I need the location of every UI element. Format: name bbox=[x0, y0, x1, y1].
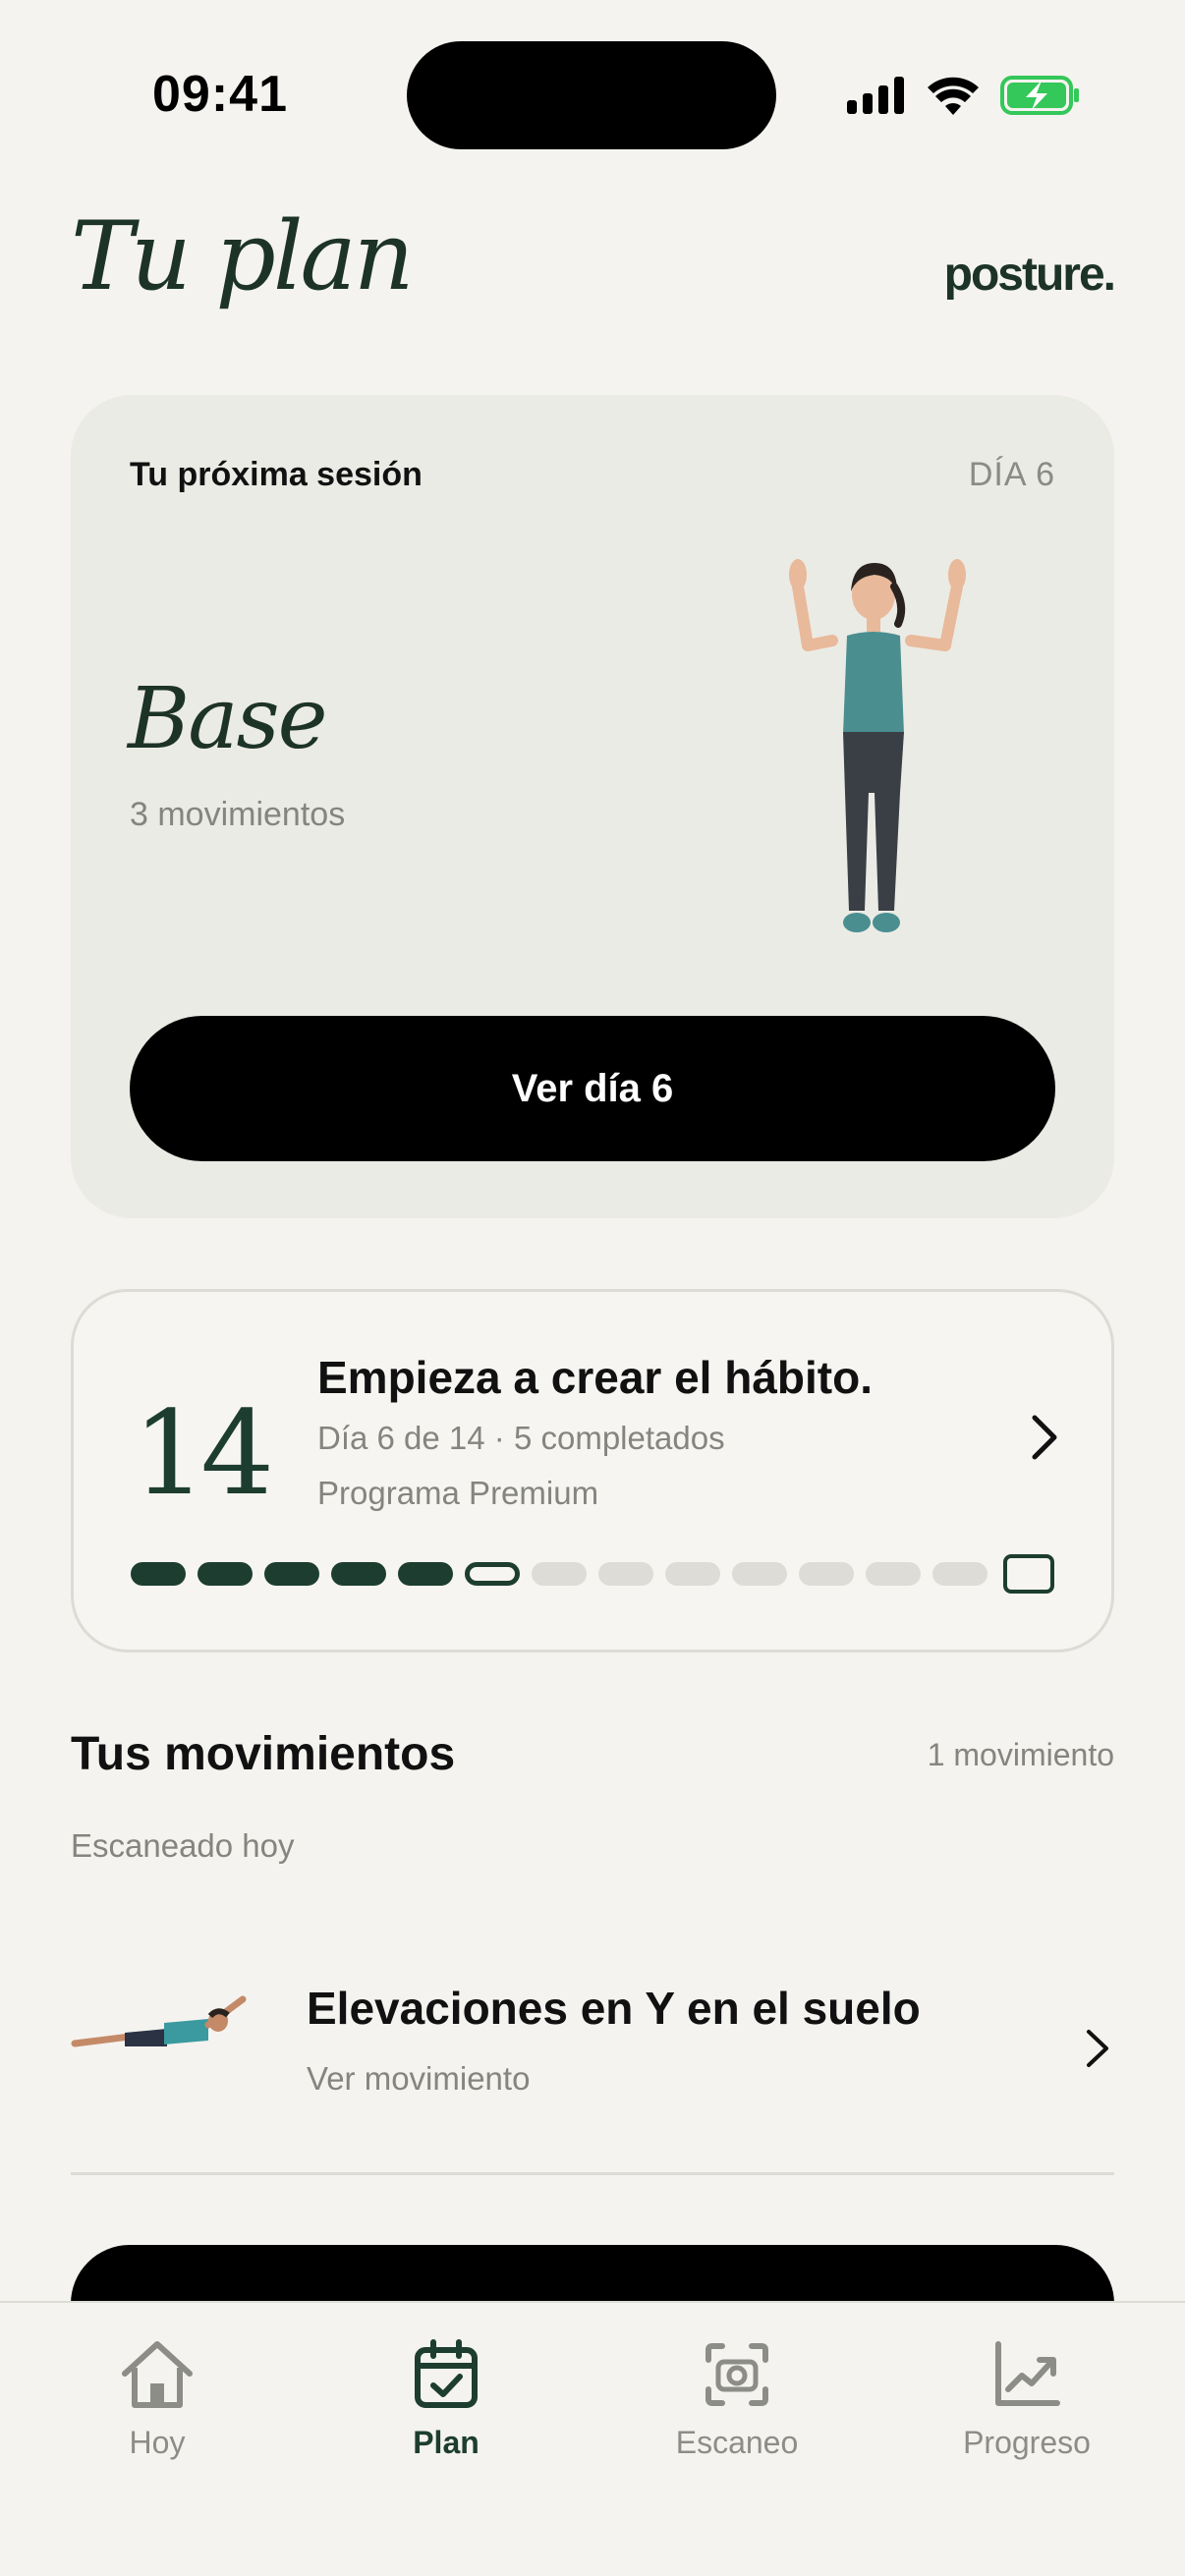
movements-section-title: Tus movimientos bbox=[71, 1728, 456, 1780]
habit-day-total: 14 bbox=[133, 1385, 274, 1521]
progress-day-todo bbox=[532, 1562, 587, 1586]
chart-icon bbox=[995, 2341, 1060, 2406]
exercise-figure-illustration bbox=[789, 559, 966, 932]
status-bar: 09:41 bbox=[0, 0, 1185, 187]
view-day-button[interactable]: Ver día 6 bbox=[130, 1016, 1055, 1161]
progress-day-done bbox=[131, 1562, 186, 1586]
cellular-signal-icon bbox=[847, 77, 904, 114]
session-name: Base bbox=[128, 670, 327, 768]
day-progress-track bbox=[131, 1552, 1062, 1596]
progress-day-done bbox=[398, 1562, 453, 1586]
list-divider bbox=[71, 2172, 1114, 2175]
movements-scanned-label: Escaneado hoy bbox=[71, 1827, 295, 1864]
brand-logo: posture. bbox=[943, 249, 1116, 301]
habit-title: Empieza a crear el hábito. bbox=[317, 1352, 874, 1403]
battery-charging-icon bbox=[1000, 76, 1079, 115]
status-icons bbox=[847, 71, 1081, 120]
tab-escaneo[interactable]: Escaneo bbox=[639, 2332, 835, 2461]
progress-day-done bbox=[331, 1562, 386, 1586]
next-session-card: Tu próxima sesión DÍA 6 Base 3 movimient… bbox=[71, 395, 1114, 1218]
camera-scan-icon bbox=[705, 2343, 768, 2406]
progress-day-done bbox=[198, 1562, 253, 1586]
wifi-icon bbox=[928, 77, 979, 115]
progress-day-todo bbox=[799, 1562, 854, 1586]
habit-program-label: Programa Premium bbox=[317, 1475, 599, 1511]
chevron-right-icon[interactable] bbox=[1079, 2024, 1114, 2073]
progress-day-todo bbox=[932, 1562, 988, 1586]
session-label: Tu próxima sesión bbox=[130, 456, 423, 493]
progress-final-day bbox=[1003, 1554, 1054, 1594]
progress-day-todo bbox=[866, 1562, 921, 1586]
progress-day-current bbox=[465, 1562, 520, 1586]
session-movement-count: 3 movimientos bbox=[130, 796, 346, 833]
tab-label: Progreso bbox=[963, 2425, 1091, 2460]
page-title: Tu plan bbox=[71, 201, 415, 311]
habit-progress-text: Día 6 de 14 · 5 completados bbox=[317, 1420, 725, 1456]
tab-label: Escaneo bbox=[675, 2425, 799, 2460]
movement-list-item[interactable]: Elevaciones en Y en el suelo Ver movimie… bbox=[71, 1940, 1114, 2176]
calendar-check-icon bbox=[415, 2339, 478, 2408]
session-day: DÍA 6 bbox=[968, 456, 1055, 493]
home-icon bbox=[122, 2341, 193, 2408]
tab-hoy[interactable]: Hoy bbox=[59, 2332, 255, 2461]
habit-progress-card[interactable]: 14 Empieza a crear el hábito. Día 6 de 1… bbox=[71, 1289, 1114, 1652]
status-time: 09:41 bbox=[152, 66, 288, 123]
chevron-right-icon[interactable] bbox=[1025, 1408, 1064, 1467]
progress-day-todo bbox=[732, 1562, 787, 1586]
tab-progreso[interactable]: Progreso bbox=[929, 2332, 1125, 2461]
movement-name: Elevaciones en Y en el suelo bbox=[307, 1983, 921, 2034]
movements-count: 1 movimiento bbox=[927, 1737, 1114, 1772]
movement-thumbnail-illustration bbox=[71, 1995, 247, 2047]
progress-day-todo bbox=[598, 1562, 653, 1586]
progress-day-done bbox=[264, 1562, 319, 1586]
progress-day-todo bbox=[665, 1562, 720, 1586]
tab-bar: Hoy Plan Escaneo Progreso bbox=[0, 2301, 1185, 2576]
tab-label: Hoy bbox=[129, 2425, 186, 2460]
tab-label: Plan bbox=[413, 2425, 480, 2460]
tab-plan[interactable]: Plan bbox=[348, 2332, 544, 2461]
movement-view-link[interactable]: Ver movimiento bbox=[307, 2060, 530, 2098]
dynamic-island bbox=[407, 41, 776, 149]
